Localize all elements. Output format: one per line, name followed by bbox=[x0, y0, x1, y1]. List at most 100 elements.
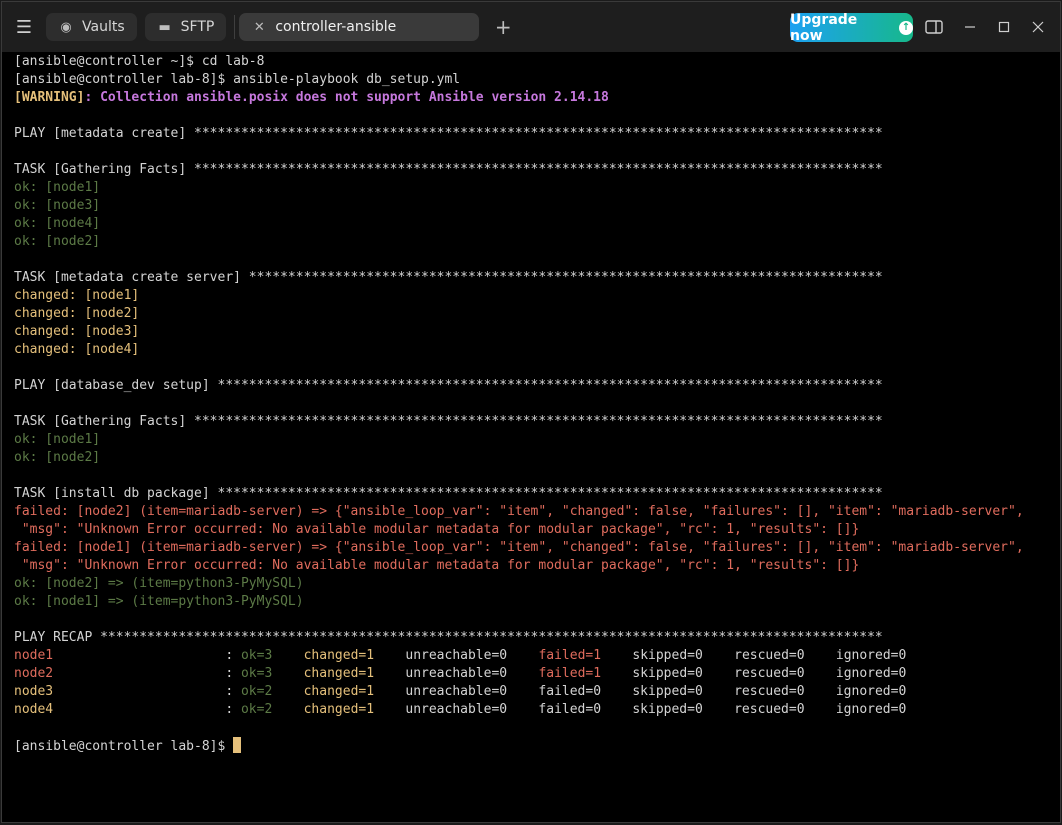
terminal-text: changed=1 bbox=[303, 702, 375, 717]
terminal-text: ok: [node1] bbox=[14, 180, 101, 195]
terminal-text: failed=1 bbox=[538, 666, 602, 681]
terminal-line: [ansible@controller lab-8]$ bbox=[14, 737, 1056, 755]
terminal-text: unreachable=0 bbox=[374, 648, 539, 663]
terminal-text: PLAY [database_dev setup] **************… bbox=[14, 378, 883, 393]
terminal-line: TASK [Gathering Facts] *****************… bbox=[14, 161, 1056, 179]
terminal-line: TASK [install db package] **************… bbox=[14, 485, 1056, 503]
new-tab-icon[interactable]: + bbox=[487, 15, 519, 39]
terminal-text: changed: [node2] bbox=[14, 306, 140, 321]
title-bar: ☰ ◉ Vaults ▬ SFTP ✕ controller-ansible +… bbox=[2, 2, 1060, 52]
terminal-text: ok: [node1] => (item=python3-PyMySQL) bbox=[14, 594, 304, 609]
terminal-line: "msg": "Unknown Error occurred: No avail… bbox=[14, 557, 1056, 575]
tab-controller-ansible[interactable]: ✕ controller-ansible bbox=[239, 13, 480, 41]
terminal-text: [WARNING] bbox=[14, 90, 85, 105]
close-window-icon[interactable] bbox=[1021, 2, 1055, 52]
terminal-line: PLAY RECAP *****************************… bbox=[14, 629, 1056, 647]
terminal-output[interactable]: [ansible@controller ~]$ cd lab-8 [ansible… bbox=[14, 53, 1056, 755]
upgrade-button[interactable]: Upgrade now ↑ bbox=[790, 11, 913, 44]
arrow-up-icon: ↑ bbox=[899, 20, 913, 35]
terminal-text: node4 bbox=[14, 702, 54, 717]
terminal-line: failed: [node1] (item=mariadb-server) =>… bbox=[14, 539, 1056, 557]
terminal-line: ok: [node1] bbox=[14, 431, 1056, 449]
terminal-text: PLAY RECAP *****************************… bbox=[14, 630, 883, 645]
terminal-line: TASK [metadata create server] **********… bbox=[14, 269, 1056, 287]
terminal-text: : bbox=[53, 648, 241, 663]
terminal-text: ok=2 bbox=[240, 702, 273, 717]
folder-icon: ▬ bbox=[158, 19, 171, 35]
terminal-text: ok: [node3] bbox=[14, 198, 101, 213]
terminal-line: ok: [node3] bbox=[14, 197, 1056, 215]
terminal-text: TASK [Gathering Facts] *****************… bbox=[14, 414, 883, 429]
terminal-text: [ansible@controller ~]$ cd lab-8 bbox=[14, 54, 265, 69]
terminal-text: changed=1 bbox=[303, 648, 375, 663]
tab-label: SFTP bbox=[180, 19, 215, 35]
terminal-text: skipped=0 rescued=0 ignored=0 bbox=[601, 648, 907, 663]
terminal-line: ok: [node1] bbox=[14, 179, 1056, 197]
terminal-line: ok: [node2] bbox=[14, 449, 1056, 467]
terminal-window: ☰ ◉ Vaults ▬ SFTP ✕ controller-ansible +… bbox=[1, 1, 1061, 823]
terminal-line: node3 : ok=2 changed=1 unreachable=0 fai… bbox=[14, 683, 1056, 701]
terminal-line: ok: [node2] bbox=[14, 233, 1056, 251]
terminal-text: changed: [node1] bbox=[14, 288, 140, 303]
terminal-line: [ansible@controller lab-8]$ ansible-play… bbox=[14, 71, 1056, 89]
hamburger-menu-icon[interactable]: ☰ bbox=[2, 2, 46, 52]
terminal-text: skipped=0 rescued=0 ignored=0 bbox=[601, 666, 907, 681]
terminal-text: failed=1 bbox=[538, 648, 602, 663]
terminal-text: ok=3 bbox=[240, 648, 273, 663]
terminal-text: failed: [node1] (item=mariadb-server) =>… bbox=[14, 540, 1024, 555]
terminal-text: "msg": "Unknown Error occurred: No avail… bbox=[14, 558, 860, 573]
terminal-text: failed: [node2] (item=mariadb-server) =>… bbox=[14, 504, 1024, 519]
tab-vaults[interactable]: ◉ Vaults bbox=[46, 13, 137, 41]
terminal-text: unreachable=0 failed=0 skipped=0 rescued… bbox=[374, 684, 907, 699]
terminal-line: ok: [node1] => (item=python3-PyMySQL) bbox=[14, 593, 1056, 611]
terminal-text: changed: [node4] bbox=[14, 342, 140, 357]
terminal-line: PLAY [metadata create] *****************… bbox=[14, 125, 1056, 143]
terminal-text: ok=2 bbox=[240, 684, 273, 699]
terminal-text: node2 bbox=[14, 666, 54, 681]
minimize-icon[interactable] bbox=[953, 2, 987, 52]
terminal-text: TASK [install db package] **************… bbox=[14, 486, 883, 501]
terminal-text: PLAY [metadata create] *****************… bbox=[14, 126, 883, 141]
terminal-line: "msg": "Unknown Error occurred: No avail… bbox=[14, 521, 1056, 539]
terminal-text: ok: [node2] bbox=[14, 234, 101, 249]
upgrade-label: Upgrade now bbox=[790, 11, 858, 44]
terminal-text: ok: [node2] => (item=python3-PyMySQL) bbox=[14, 576, 304, 591]
terminal-text: "msg": "Unknown Error occurred: No avail… bbox=[14, 522, 860, 537]
vault-icon: ◉ bbox=[60, 19, 72, 35]
maximize-icon[interactable] bbox=[987, 2, 1021, 52]
terminal-line: ok: [node2] => (item=python3-PyMySQL) bbox=[14, 575, 1056, 593]
terminal-text: ok: [node2] bbox=[14, 450, 101, 465]
sidebar-toggle-icon[interactable] bbox=[917, 2, 951, 52]
terminal-text: [ansible@controller lab-8]$ ansible-play… bbox=[14, 72, 461, 87]
terminal-line: changed: [node4] bbox=[14, 341, 1056, 359]
terminal-text: changed=1 bbox=[303, 666, 375, 681]
terminal-line: node4 : ok=2 changed=1 unreachable=0 fai… bbox=[14, 701, 1056, 719]
tab-sftp[interactable]: ▬ SFTP bbox=[144, 13, 227, 41]
terminal-line: PLAY [database_dev setup] **************… bbox=[14, 377, 1056, 395]
terminal-text: changed: [node3] bbox=[14, 324, 140, 339]
terminal-line: node1 : ok=3 changed=1 unreachable=0 fai… bbox=[14, 647, 1056, 665]
terminal-line: [WARNING]: Collection ansible.posix does… bbox=[14, 89, 1056, 107]
terminal-text: node1 bbox=[14, 648, 54, 663]
terminal-line: failed: [node2] (item=mariadb-server) =>… bbox=[14, 503, 1056, 521]
terminal-text: ok: [node1] bbox=[14, 432, 101, 447]
terminal-line: changed: [node3] bbox=[14, 323, 1056, 341]
terminal-line: node2 : ok=3 changed=1 unreachable=0 fai… bbox=[14, 665, 1056, 683]
terminal-line: ok: [node4] bbox=[14, 215, 1056, 233]
tab-label: controller-ansible bbox=[275, 19, 397, 35]
close-icon[interactable]: ✕ bbox=[251, 20, 267, 35]
tab-divider bbox=[234, 15, 236, 39]
terminal-cursor bbox=[233, 737, 242, 753]
terminal-line: changed: [node1] bbox=[14, 287, 1056, 305]
tab-label: Vaults bbox=[82, 19, 125, 35]
